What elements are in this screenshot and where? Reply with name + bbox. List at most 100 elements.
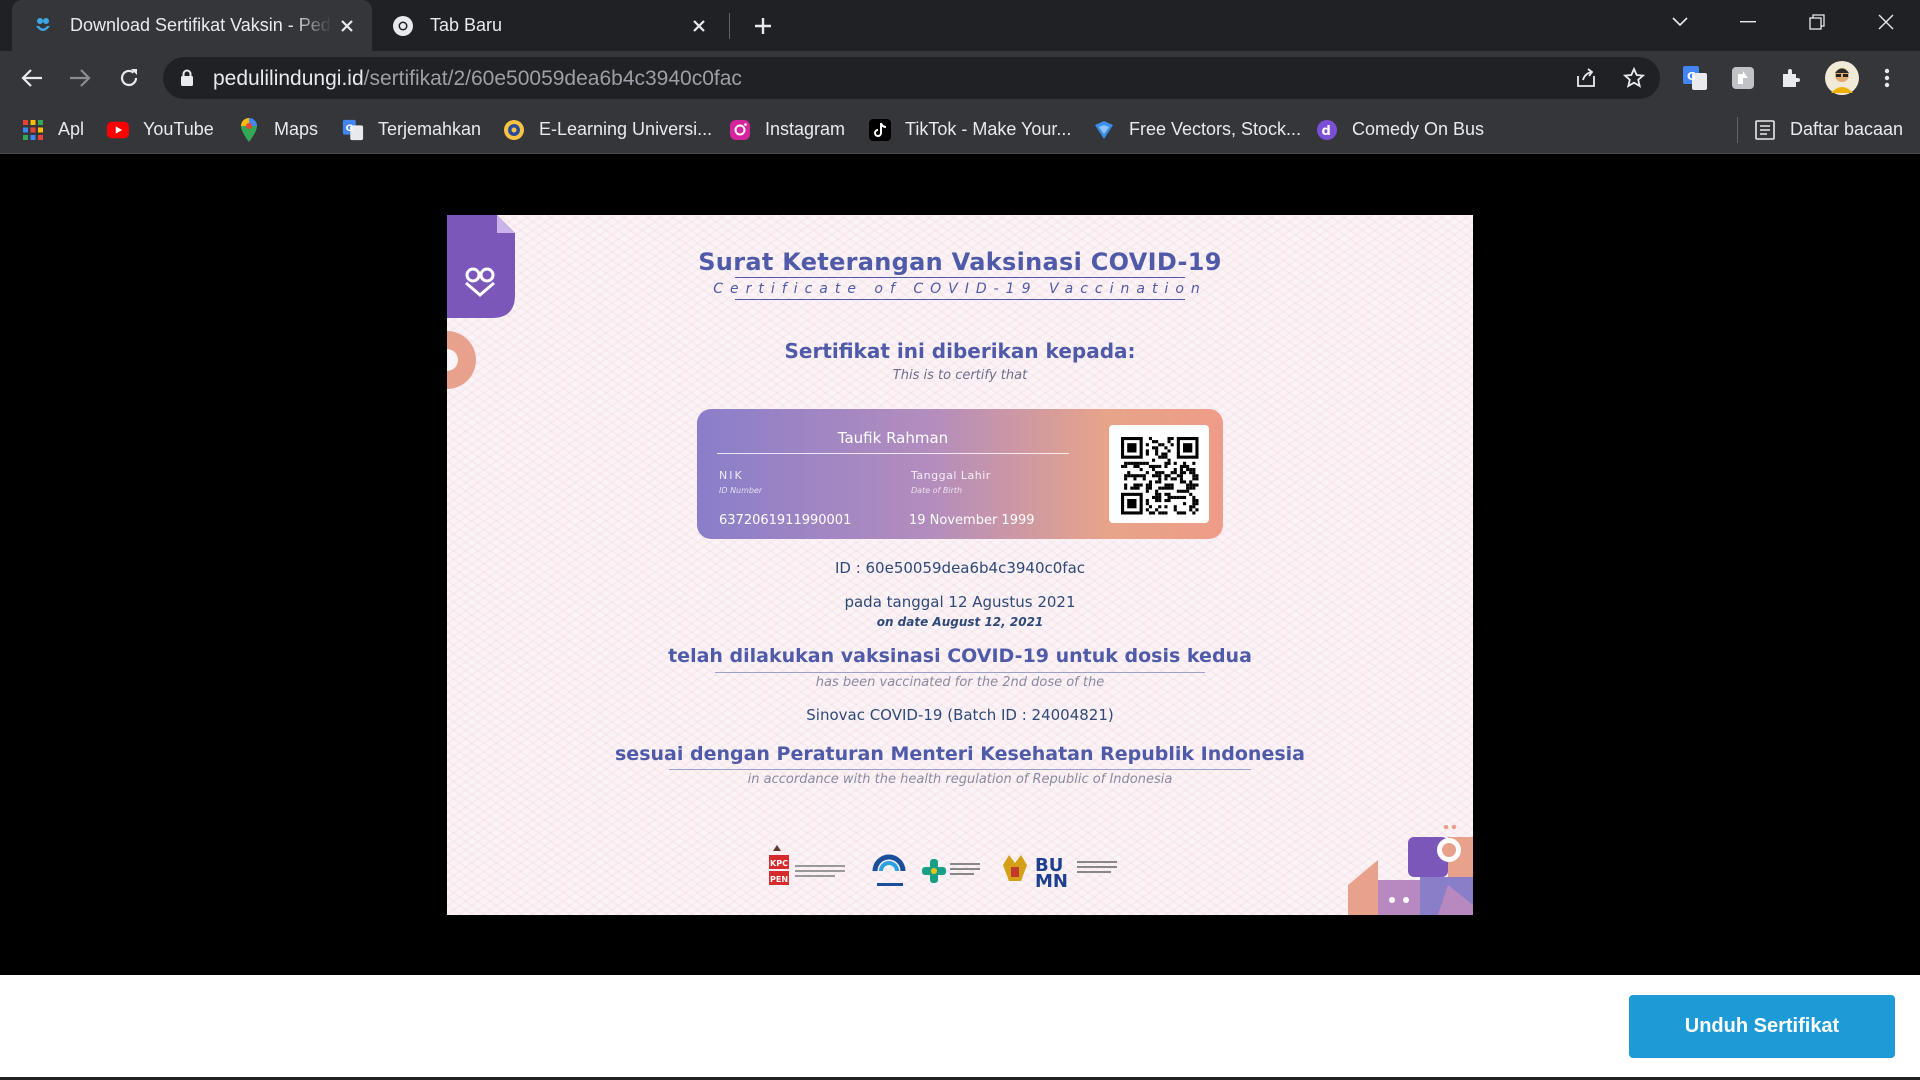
bookmark-instagram[interactable]: Instagram bbox=[729, 105, 845, 154]
browser-toolbar: pedulilindungi.id/sertifikat/2/60e50059d… bbox=[0, 51, 1920, 105]
bookmark-label: Apl bbox=[58, 119, 85, 139]
bookmark-label: Maps bbox=[274, 119, 319, 139]
restore-icon bbox=[1809, 14, 1825, 30]
bookmark-tiktok[interactable]: TikTok - Make Your... bbox=[869, 105, 1071, 154]
profile-avatar[interactable] bbox=[1824, 60, 1860, 96]
plus-icon bbox=[755, 18, 771, 34]
svg-text:G: G bbox=[346, 122, 354, 133]
bookmarks-separator bbox=[1737, 117, 1738, 143]
tab-search-button[interactable] bbox=[1652, 0, 1708, 44]
bookmark-elearning[interactable]: E-Learning Universi... bbox=[503, 105, 712, 154]
svg-text:G: G bbox=[1687, 70, 1696, 83]
more-vert-icon bbox=[1884, 68, 1890, 88]
forward-button[interactable] bbox=[64, 62, 96, 94]
reload-button[interactable] bbox=[113, 62, 145, 94]
svg-text:PEN: PEN bbox=[770, 875, 788, 884]
bumn-logo-icon: BU MN bbox=[1035, 855, 1117, 891]
regulation-divider bbox=[669, 769, 1251, 770]
reading-list-label: Daftar bacaan bbox=[1790, 119, 1904, 139]
kominfo-logo-icon bbox=[872, 854, 906, 886]
vaccination-statement: telah dilakukan vaksinasi COVID-19 untuk… bbox=[668, 645, 1252, 667]
bookmark-label: Instagram bbox=[765, 119, 846, 139]
maps-icon bbox=[238, 117, 260, 142]
title-divider bbox=[735, 299, 1185, 300]
vaccination-certificate: Surat Keterangan Vaksinasi COVID-19 Cert… bbox=[447, 215, 1473, 915]
svg-text:MN: MN bbox=[1035, 871, 1068, 891]
bookmark-label: Free Vectors, Stock... bbox=[1129, 119, 1302, 139]
bookmarks-bar: Apl YouTube Maps G Terjemahkan E-Learnin… bbox=[0, 105, 1920, 154]
nik-label: NIK bbox=[719, 469, 744, 482]
action-bar: Unduh Sertifikat bbox=[0, 975, 1920, 1080]
bookmark-youtube[interactable]: YouTube bbox=[107, 105, 214, 154]
new-tab-button[interactable] bbox=[746, 9, 780, 43]
url-host: pedulilindungi.id bbox=[213, 67, 364, 90]
kemenkes-logo-icon bbox=[922, 859, 980, 883]
google-translate-extension-icon[interactable]: G bbox=[1680, 63, 1710, 93]
title-divider bbox=[735, 277, 1185, 278]
share-icon[interactable] bbox=[1573, 65, 1599, 91]
tab-title: Download Sertifikat Vaksin - Pedulilindu… bbox=[70, 15, 332, 35]
dob-value: 19 November 1999 bbox=[909, 513, 1035, 528]
chrome-icon bbox=[393, 15, 413, 36]
bookmark-maps[interactable]: Maps bbox=[238, 105, 318, 154]
university-icon bbox=[503, 119, 525, 141]
given-to-english: This is to certify that bbox=[892, 368, 1028, 383]
url-text[interactable]: pedulilindungi.id/sertifikat/2/60e50059d… bbox=[213, 67, 742, 91]
bookmark-apps[interactable]: Apl bbox=[22, 105, 84, 154]
bookmark-comedy[interactable]: d Comedy On Bus bbox=[1316, 105, 1484, 154]
certificate-title: Surat Keterangan Vaksinasi COVID-19 bbox=[698, 248, 1222, 276]
dob-label-english: Date of Birth bbox=[911, 486, 963, 495]
bookmark-label: YouTube bbox=[143, 119, 214, 139]
tiktok-icon bbox=[869, 118, 891, 141]
arrow-left-icon bbox=[21, 69, 42, 87]
svg-text:KPC: KPC bbox=[770, 859, 788, 868]
extensions-puzzle-icon[interactable] bbox=[1776, 63, 1806, 93]
chrome-menu-button[interactable] bbox=[1872, 63, 1902, 93]
certificate-viewer: Surat Keterangan Vaksinasi COVID-19 Cert… bbox=[0, 155, 1920, 975]
address-bar[interactable]: pedulilindungi.id/sertifikat/2/60e50059d… bbox=[163, 57, 1660, 99]
regulation-statement: sesuai dengan Peraturan Menteri Kesehata… bbox=[615, 743, 1305, 765]
minimize-button[interactable] bbox=[1720, 0, 1776, 44]
vaccine-batch: Sinovac COVID-19 (Batch ID : 24004821) bbox=[806, 706, 1114, 724]
restore-button[interactable] bbox=[1789, 0, 1845, 44]
extension-icon[interactable] bbox=[1728, 63, 1758, 93]
comedy-icon: d bbox=[1316, 119, 1338, 141]
certificate-subtitle: Certificate of COVID-19 Vaccination bbox=[713, 281, 1207, 297]
tab-inactive[interactable]: Tab Baru bbox=[372, 0, 724, 51]
reload-icon bbox=[120, 69, 138, 87]
vaccination-date-english: on date August 12, 2021 bbox=[876, 615, 1044, 629]
holder-card: Taufik Rahman NIK ID Number 637206191199… bbox=[697, 409, 1223, 539]
vector-site-icon bbox=[1093, 119, 1115, 141]
reading-list[interactable]: Daftar bacaan bbox=[1754, 105, 1903, 154]
bookmark-label: E-Learning Universi... bbox=[539, 119, 713, 139]
tab-close-icon[interactable] bbox=[332, 11, 362, 41]
tab-close-icon[interactable] bbox=[684, 11, 714, 41]
certificate-id: ID : 60e50059dea6b4c3940c0fac bbox=[834, 559, 1086, 577]
minimize-icon bbox=[1740, 21, 1756, 23]
tab-title: Tab Baru bbox=[430, 15, 503, 35]
bookmark-translate[interactable]: G Terjemahkan bbox=[342, 105, 481, 154]
decorative-shapes-icon bbox=[1348, 825, 1473, 915]
qr-code-icon bbox=[1121, 437, 1199, 515]
download-certificate-button[interactable]: Unduh Sertifikat bbox=[1629, 995, 1895, 1058]
back-button[interactable] bbox=[16, 62, 48, 94]
regulation-statement-english: in accordance with the health regulation… bbox=[747, 772, 1173, 787]
close-window-button[interactable] bbox=[1858, 0, 1914, 44]
pedulilindungi-favicon-icon bbox=[36, 17, 50, 31]
lock-icon[interactable] bbox=[180, 69, 194, 87]
arrow-right-icon bbox=[70, 69, 91, 87]
tab-strip: Download Sertifikat Vaksin - Pedulilindu… bbox=[0, 0, 1920, 51]
tab-separator bbox=[729, 13, 730, 39]
youtube-icon bbox=[107, 119, 129, 141]
svg-text:d: d bbox=[1322, 124, 1331, 139]
translate-icon: G bbox=[342, 119, 364, 141]
tab-active[interactable]: Download Sertifikat Vaksin - Pedulilindu… bbox=[12, 0, 372, 51]
instagram-icon bbox=[729, 119, 751, 141]
bookmark-vectors[interactable]: Free Vectors, Stock... bbox=[1093, 105, 1301, 154]
qr-code bbox=[1109, 425, 1209, 523]
bookmark-star-icon[interactable] bbox=[1621, 65, 1647, 91]
holder-name: Taufik Rahman bbox=[837, 429, 949, 447]
vaccination-date: pada tanggal 12 Agustus 2021 bbox=[844, 593, 1076, 611]
reading-list-icon bbox=[1754, 119, 1776, 141]
kpc-pen-logo-icon: KPC PEN bbox=[769, 845, 845, 885]
